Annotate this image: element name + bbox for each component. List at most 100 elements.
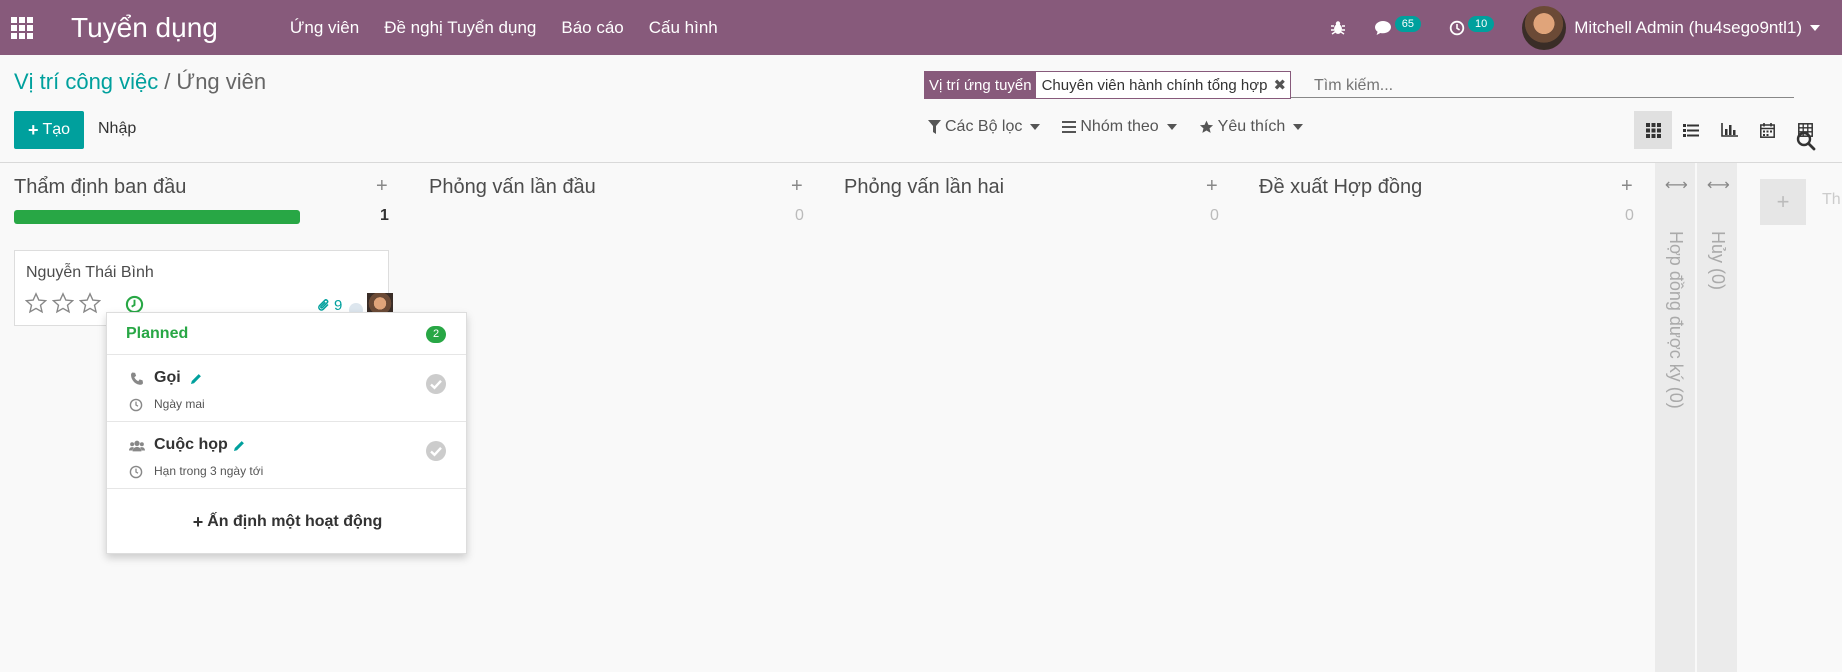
folded-column[interactable]: ⟷ Hủy (0) <box>1697 163 1737 672</box>
schedule-activity-label: Ấn định một hoạt động <box>207 513 383 530</box>
chevron-down-icon <box>1810 24 1820 31</box>
kanban-column: Phỏng vấn lần đầu + 0 <box>415 163 815 672</box>
column-title: Phỏng vấn lần đầu <box>429 176 596 198</box>
star-icon <box>1199 120 1213 133</box>
calendar-icon <box>1759 122 1775 138</box>
column-count: 1 <box>380 207 389 224</box>
activity-item: Gọi Ngày mai <box>107 355 466 422</box>
import-button[interactable]: Nhập <box>98 120 136 138</box>
chevron-down-icon <box>1030 124 1041 130</box>
column-title: Thẩm định ban đầu <box>14 176 187 198</box>
facet-value: Chuyên viên hành chính tổng hợp <box>1041 76 1268 94</box>
clock-icon <box>129 398 143 412</box>
phone-icon <box>131 372 143 385</box>
menu-item-reports[interactable]: Báo cáo <box>561 18 623 38</box>
schedule-activity-button[interactable]: + Ấn định một hoạt động <box>107 489 468 555</box>
activity-title[interactable]: Gọi <box>154 369 181 387</box>
group-by-label: Nhóm theo <box>1080 118 1159 135</box>
quick-create-icon[interactable]: + <box>1621 175 1633 198</box>
activities-count-badge: 10 <box>1468 15 1495 32</box>
group-by-dropdown[interactable]: Nhóm theo <box>1062 118 1177 136</box>
plus-icon: + <box>192 511 204 532</box>
favorites-label: Yêu thích <box>1217 118 1286 135</box>
kanban-icon <box>1645 122 1661 138</box>
calendar-view-button[interactable] <box>1748 111 1786 149</box>
menu-item-applicants[interactable]: Ứng viên <box>290 18 359 38</box>
user-menu[interactable]: Mitchell Admin (hu4sego9ntl1) <box>1522 5 1820 50</box>
column-count: 0 <box>1210 207 1219 224</box>
apps-menu-icon[interactable] <box>11 16 33 39</box>
column-title: Phỏng vấn lần hai <box>844 176 1005 198</box>
debug-icon[interactable] <box>1330 20 1346 36</box>
add-column-label: Th <box>1822 191 1841 208</box>
activity-due-date: Ngày mai <box>154 397 205 411</box>
users-icon <box>129 440 145 452</box>
folded-column-label: Hợp đồng được ký (0) <box>1666 231 1686 409</box>
filters-label: Các Bộ lọc <box>945 118 1023 135</box>
popover-title: Planned <box>126 325 189 342</box>
facet-label: Vị trí ứng tuyển <box>925 72 1036 98</box>
pivot-view-button[interactable] <box>1786 111 1824 149</box>
planned-count-badge: 2 <box>426 326 446 343</box>
menu-item-job-requests[interactable]: Đề nghị Tuyển dụng <box>384 18 536 38</box>
mark-done-icon[interactable] <box>425 373 447 395</box>
applicant-name: Nguyễn Thái Bình <box>26 264 154 281</box>
quick-create-icon[interactable]: + <box>1206 175 1218 198</box>
folded-column-label: Hủy (0) <box>1708 231 1728 291</box>
table-icon <box>1797 123 1813 137</box>
activities-icon[interactable]: 10 <box>1449 15 1495 36</box>
paperclip-icon <box>318 299 329 311</box>
create-button-label: Tạo <box>42 121 71 138</box>
filter-icon <box>928 120 941 134</box>
app-title[interactable]: Tuyển dụng <box>71 12 218 44</box>
user-name: Mitchell Admin (hu4sego9ntl1) <box>1574 17 1802 37</box>
activity-due-date: Hạn trong 3 ngày tới <box>154 464 264 478</box>
view-switcher <box>1634 111 1824 149</box>
quick-create-icon[interactable]: + <box>791 175 803 198</box>
messages-icon[interactable]: 65 <box>1374 15 1422 36</box>
column-progress-bar[interactable] <box>14 210 300 224</box>
star-outline-icon[interactable] <box>52 292 74 314</box>
favorites-dropdown[interactable]: Yêu thích <box>1199 118 1304 136</box>
search-facet: Vị trí ứng tuyển Chuyên viên hành chính … <box>924 71 1292 99</box>
search-bar: Vị trí ứng tuyển Chuyên viên hành chính … <box>924 68 1794 99</box>
plus-icon: + <box>27 119 39 140</box>
breadcrumb-parent[interactable]: Vị trí công việc <box>14 69 158 94</box>
filters-dropdown[interactable]: Các Bộ lọc <box>928 118 1041 136</box>
star-outline-icon[interactable] <box>79 292 101 314</box>
breadcrumb-separator: / <box>164 69 171 94</box>
pencil-icon[interactable] <box>232 439 246 453</box>
kanban-column: Đề xuất Hợp đồng + 0 <box>1245 163 1645 672</box>
control-panel: Vị trí công việc / Ứng viên + Tạo Nhập Vị t… <box>0 55 1842 163</box>
folded-column[interactable]: ⟷ Hợp đồng được ký (0) <box>1655 163 1695 672</box>
column-count: 0 <box>1625 207 1634 224</box>
star-outline-icon[interactable] <box>25 292 47 314</box>
clock-icon <box>129 465 143 479</box>
pencil-icon[interactable] <box>189 372 203 386</box>
user-avatar <box>1522 5 1567 50</box>
add-column-button[interactable]: + <box>1760 179 1806 225</box>
create-button[interactable]: + Tạo <box>14 111 84 149</box>
search-input[interactable] <box>1314 74 1784 98</box>
list-icon <box>1683 123 1699 137</box>
bars-icon <box>1062 121 1077 133</box>
activity-popover: Planned 2 Gọi Ngày mai Cuộc họp Hạn tron… <box>106 312 467 554</box>
kanban-column: Phỏng vấn lần hai + 0 <box>830 163 1230 672</box>
chevron-down-icon <box>1293 124 1304 130</box>
search-options: Các Bộ lọc Nhóm theo Yêu thích <box>928 118 1325 136</box>
menu-item-configuration[interactable]: Cấu hình <box>649 18 718 38</box>
messages-count-badge: 65 <box>1394 15 1422 32</box>
column-count: 0 <box>795 207 804 224</box>
expand-arrows-icon: ⟷ <box>1707 177 1730 194</box>
kanban-view-button[interactable] <box>1634 111 1672 149</box>
breadcrumb-current: Ứng viên <box>176 69 267 94</box>
list-view-button[interactable] <box>1672 111 1710 149</box>
facet-remove-icon[interactable]: ✖ <box>1273 76 1286 94</box>
activity-title[interactable]: Cuộc họp <box>154 436 228 454</box>
quick-create-icon[interactable]: + <box>376 175 388 198</box>
activity-item: Cuộc họp Hạn trong 3 ngày tới <box>107 422 466 489</box>
mark-done-icon[interactable] <box>425 440 447 462</box>
graph-view-button[interactable] <box>1710 111 1748 149</box>
top-navbar: Tuyển dụng Ứng viên Đề nghị Tuyển dụng B… <box>0 0 1842 55</box>
popover-header: Planned 2 <box>107 313 466 355</box>
